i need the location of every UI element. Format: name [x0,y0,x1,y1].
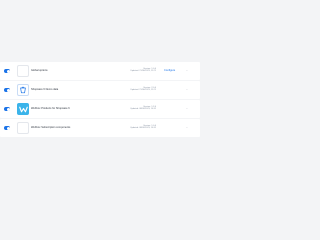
more-options-icon[interactable]: ... [186,126,188,129]
plugin-row: Webhox Subscription components Version: … [0,119,200,137]
plugin-list: Global options Version: 1.0.0 Updated: 2… [0,0,200,200]
plugin-row: Shopware 6 Demo data Version: 2.0.0 Upda… [0,81,200,99]
plugin-meta: Version: 1.3.0 Updated: 08/06/2023, 10:3… [130,106,156,111]
plugin-name: Shopware 6 Demo data [31,88,59,91]
plugin-updated: Updated: 08/06/2023, 10:31 [130,127,156,130]
w-logo-icon [17,103,29,115]
plugin-row: Webhox Products for Shopware 6 Version: … [0,100,200,118]
more-options-icon[interactable]: ... [186,69,188,72]
shopping-bag-icon [17,84,29,96]
plugin-name: Global options [31,69,48,72]
configure-link[interactable]: Configure [164,69,175,72]
blank-plugin-icon [17,65,29,77]
active-toggle[interactable] [4,107,10,111]
active-toggle[interactable] [4,126,10,130]
plugin-name: Webhox Subscription components [31,126,71,129]
more-options-icon[interactable]: ... [186,88,188,91]
active-toggle[interactable] [4,69,10,73]
plugin-updated: Updated: 21/06/2023, 11:21 [130,70,156,73]
more-options-icon[interactable]: ... [186,107,188,110]
plugin-meta: Version: 1.0.0 Updated: 08/06/2023, 10:3… [130,125,156,130]
plugin-meta: Version: 2.0.0 Updated: 21/06/2023, 11:2… [130,87,156,92]
plugin-meta: Version: 1.0.0 Updated: 21/06/2023, 11:2… [130,68,156,73]
plugin-row: Global options Version: 1.0.0 Updated: 2… [0,62,200,80]
blank-plugin-icon [17,122,29,134]
plugin-updated: Updated: 21/06/2023, 11:21 [130,89,156,92]
plugin-name: Webhox Products for Shopware 6 [31,107,70,110]
active-toggle[interactable] [4,88,10,92]
plugin-updated: Updated: 08/06/2023, 10:31 [130,108,156,111]
